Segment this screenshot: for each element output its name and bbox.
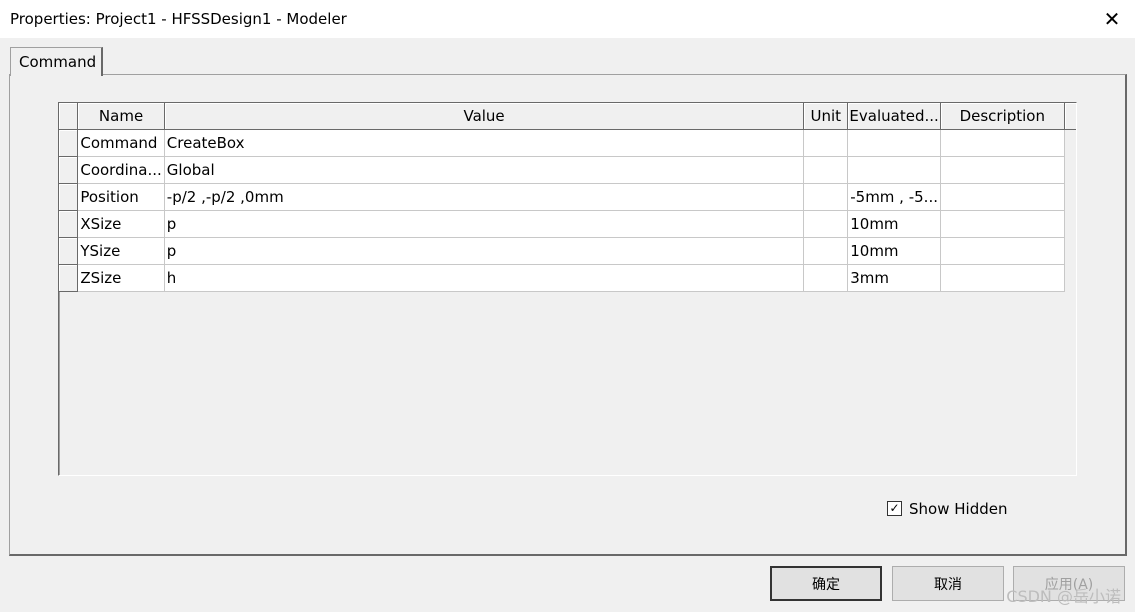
cell-description[interactable] [940, 210, 1065, 238]
cell-unit[interactable] [803, 129, 849, 157]
table-row[interactable]: YSize p 10mm [59, 237, 1076, 265]
column-header-unit[interactable]: Unit [803, 103, 849, 130]
row-selector[interactable] [59, 210, 79, 238]
row-selector[interactable] [59, 264, 79, 292]
cell-evaluated [847, 129, 941, 157]
header-filler [1064, 103, 1076, 130]
table-row[interactable]: Command CreateBox [59, 129, 1076, 157]
close-icon[interactable]: ✕ [1089, 0, 1135, 38]
table-row[interactable]: Coordina... Global [59, 156, 1076, 184]
cell-name: Command [77, 129, 165, 157]
cell-unit[interactable] [803, 237, 849, 265]
cell-name: ZSize [77, 264, 165, 292]
cell-unit[interactable] [803, 156, 849, 184]
table-row[interactable]: Position -p/2 ,-p/2 ,0mm -5mm , -5... [59, 183, 1076, 211]
cell-value[interactable]: h [164, 264, 805, 292]
cell-evaluated: 3mm [847, 264, 941, 292]
cell-description[interactable] [940, 264, 1065, 292]
cell-description[interactable] [940, 183, 1065, 211]
cell-value[interactable]: CreateBox [164, 129, 805, 157]
table-row[interactable]: ZSize h 3mm [59, 264, 1076, 292]
row-selector[interactable] [59, 129, 79, 157]
cell-evaluated: 10mm [847, 237, 941, 265]
properties-grid: Name Value Unit Evaluated... Description… [58, 102, 1077, 476]
header-row: Name Value Unit Evaluated... Description [59, 103, 1076, 130]
cell-unit[interactable] [803, 210, 849, 238]
cell-name: YSize [77, 237, 165, 265]
cell-value[interactable]: p [164, 210, 805, 238]
row-selector[interactable] [59, 156, 79, 184]
cell-description[interactable] [940, 129, 1065, 157]
row-selector[interactable] [59, 183, 79, 211]
cell-description[interactable] [940, 156, 1065, 184]
cell-evaluated [847, 156, 941, 184]
ok-button[interactable]: 确定 [770, 566, 882, 601]
tab-command[interactable]: Command [10, 47, 103, 76]
tab-command-label: Command [19, 53, 97, 71]
table-row[interactable]: XSize p 10mm [59, 210, 1076, 238]
column-header-evaluated[interactable]: Evaluated... [847, 103, 941, 130]
cell-evaluated: -5mm , -5... [847, 183, 941, 211]
cell-description[interactable] [940, 237, 1065, 265]
show-hidden-checkbox[interactable]: ✓ [887, 501, 902, 516]
column-header-description[interactable]: Description [940, 103, 1065, 130]
properties-table: Name Value Unit Evaluated... Description… [59, 103, 1076, 292]
cell-value[interactable]: p [164, 237, 805, 265]
column-header-name[interactable]: Name [77, 103, 165, 130]
cancel-button[interactable]: 取消 [892, 566, 1004, 601]
cell-unit[interactable] [803, 264, 849, 292]
row-selector-header [59, 103, 79, 130]
column-header-value[interactable]: Value [164, 103, 805, 130]
cell-name: Position [77, 183, 165, 211]
window-title: Properties: Project1 - HFSSDesign1 - Mod… [10, 10, 347, 28]
cell-value[interactable]: Global [164, 156, 805, 184]
cell-unit[interactable] [803, 183, 849, 211]
watermark: CSDN @岳小诺 [1006, 587, 1121, 606]
cell-value[interactable]: -p/2 ,-p/2 ,0mm [164, 183, 805, 211]
cell-evaluated: 10mm [847, 210, 941, 238]
cell-name: XSize [77, 210, 165, 238]
cell-name: Coordina... [77, 156, 165, 184]
row-selector[interactable] [59, 237, 79, 265]
show-hidden-label[interactable]: Show Hidden [909, 500, 1007, 518]
title-bar: Properties: Project1 - HFSSDesign1 - Mod… [0, 0, 1135, 38]
